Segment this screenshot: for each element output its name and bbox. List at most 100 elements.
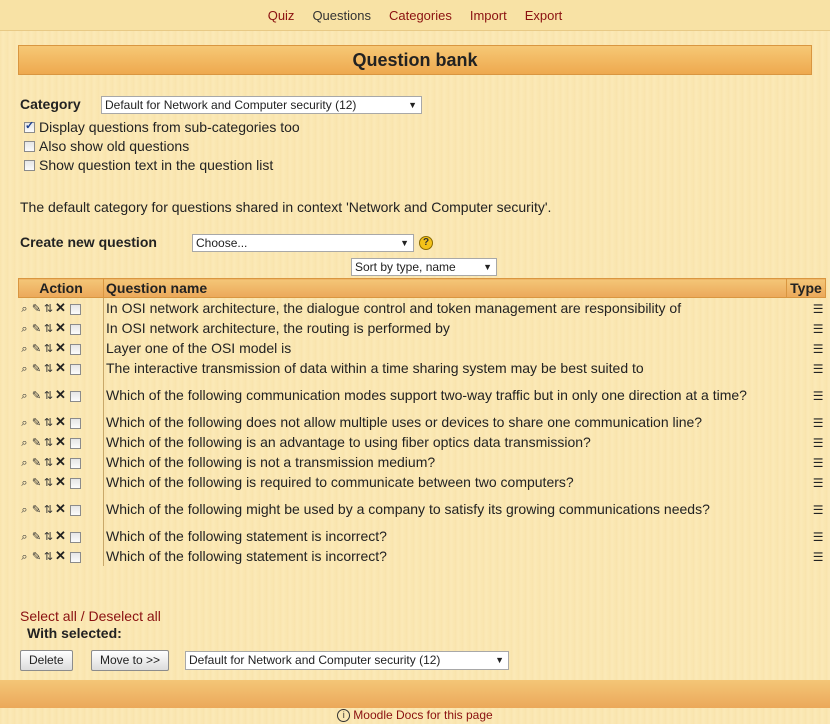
delete-icon[interactable]: ✕ bbox=[55, 340, 67, 356]
multichoice-icon: ☰ bbox=[812, 389, 824, 403]
question-name-column-header[interactable]: Question name bbox=[103, 278, 787, 298]
old-questions-option[interactable]: Also show old questions bbox=[24, 138, 189, 154]
row-checkbox[interactable] bbox=[69, 457, 81, 469]
move-icon[interactable]: ⇅ bbox=[43, 530, 55, 543]
delete-icon[interactable]: ✕ bbox=[55, 528, 67, 544]
nav-import[interactable]: Import bbox=[461, 8, 516, 23]
nav-categories[interactable]: Categories bbox=[380, 8, 461, 23]
move-icon[interactable]: ⇅ bbox=[43, 389, 55, 402]
delete-icon[interactable]: ✕ bbox=[55, 414, 67, 430]
row-actions: ⌕ ✎ ⇅ ✕ bbox=[19, 492, 104, 526]
row-checkbox[interactable] bbox=[69, 390, 81, 402]
delete-icon[interactable]: ✕ bbox=[55, 387, 67, 403]
nav-questions[interactable]: Questions bbox=[303, 8, 380, 23]
row-checkbox[interactable] bbox=[69, 417, 81, 429]
move-icon[interactable]: ⇅ bbox=[43, 342, 55, 355]
preview-icon[interactable]: ⌕ bbox=[19, 504, 31, 517]
chevron-down-icon: ▼ bbox=[483, 262, 492, 272]
nav-export[interactable]: Export bbox=[516, 8, 572, 23]
delete-icon[interactable]: ✕ bbox=[55, 454, 67, 470]
subcategories-label: Display questions from sub-categories to… bbox=[39, 119, 300, 135]
question-name: Which of the following is an advantage t… bbox=[103, 432, 787, 452]
row-actions: ⌕ ✎ ⇅ ✕ bbox=[19, 526, 104, 546]
question-type-cell: ☰ bbox=[787, 526, 826, 546]
row-checkbox[interactable] bbox=[69, 363, 81, 375]
edit-icon[interactable]: ✎ bbox=[31, 476, 43, 489]
delete-icon[interactable]: ✕ bbox=[55, 434, 67, 450]
select-all-link[interactable]: Select all bbox=[20, 608, 77, 624]
create-question-select[interactable]: Choose... ▼ bbox=[192, 234, 414, 252]
move-icon[interactable]: ⇅ bbox=[43, 476, 55, 489]
edit-icon[interactable]: ✎ bbox=[31, 389, 43, 402]
row-checkbox[interactable] bbox=[69, 343, 81, 355]
move-target-select[interactable]: Default for Network and Computer securit… bbox=[185, 651, 509, 670]
delete-icon[interactable]: ✕ bbox=[55, 501, 67, 517]
row-actions: ⌕ ✎ ⇅ ✕ bbox=[19, 432, 104, 452]
moodle-docs-link[interactable]: i Moodle Docs for this page bbox=[0, 708, 830, 723]
preview-icon[interactable]: ⌕ bbox=[19, 417, 31, 430]
edit-icon[interactable]: ✎ bbox=[31, 550, 43, 563]
preview-icon[interactable]: ⌕ bbox=[19, 343, 31, 356]
question-type-cell: ☰ bbox=[787, 546, 826, 566]
edit-icon[interactable]: ✎ bbox=[31, 362, 43, 375]
deselect-all-link[interactable]: Deselect all bbox=[88, 608, 160, 624]
question-name: Which of the following is not a transmis… bbox=[103, 452, 787, 472]
edit-icon[interactable]: ✎ bbox=[31, 530, 43, 543]
move-to-button[interactable]: Move to >> bbox=[91, 650, 170, 671]
edit-icon[interactable]: ✎ bbox=[31, 503, 43, 516]
nav-quiz[interactable]: Quiz bbox=[259, 8, 304, 23]
preview-icon[interactable]: ⌕ bbox=[19, 457, 31, 470]
question-name: Which of the following statement is inco… bbox=[103, 546, 787, 566]
preview-icon[interactable]: ⌕ bbox=[19, 323, 31, 336]
preview-icon[interactable]: ⌕ bbox=[19, 303, 31, 316]
preview-icon[interactable]: ⌕ bbox=[19, 390, 31, 403]
preview-icon[interactable]: ⌕ bbox=[19, 363, 31, 376]
delete-icon[interactable]: ✕ bbox=[55, 360, 67, 376]
subcategories-checkbox[interactable] bbox=[24, 119, 35, 133]
delete-icon[interactable]: ✕ bbox=[55, 548, 67, 564]
question-text-option[interactable]: Show question text in the question list bbox=[24, 157, 273, 173]
question-text-checkbox[interactable] bbox=[24, 159, 35, 171]
edit-icon[interactable]: ✎ bbox=[31, 456, 43, 469]
old-questions-checkbox[interactable] bbox=[24, 140, 35, 152]
move-icon[interactable]: ⇅ bbox=[43, 302, 55, 315]
preview-icon[interactable]: ⌕ bbox=[19, 551, 31, 564]
move-icon[interactable]: ⇅ bbox=[43, 456, 55, 469]
edit-icon[interactable]: ✎ bbox=[31, 342, 43, 355]
row-checkbox[interactable] bbox=[69, 323, 81, 335]
delete-icon[interactable]: ✕ bbox=[55, 300, 67, 316]
move-icon[interactable]: ⇅ bbox=[43, 550, 55, 563]
with-selected-label: With selected: bbox=[27, 625, 122, 641]
row-checkbox[interactable] bbox=[69, 437, 81, 449]
preview-icon[interactable]: ⌕ bbox=[19, 477, 31, 490]
move-icon[interactable]: ⇅ bbox=[43, 362, 55, 375]
delete-icon[interactable]: ✕ bbox=[55, 474, 67, 490]
preview-icon[interactable]: ⌕ bbox=[19, 531, 31, 544]
type-column-header[interactable]: Type bbox=[786, 278, 826, 298]
subcategories-option[interactable]: Display questions from sub-categories to… bbox=[24, 119, 300, 135]
move-icon[interactable]: ⇅ bbox=[43, 503, 55, 516]
edit-icon[interactable]: ✎ bbox=[31, 302, 43, 315]
move-icon[interactable]: ⇅ bbox=[43, 416, 55, 429]
move-icon[interactable]: ⇅ bbox=[43, 322, 55, 335]
delete-icon[interactable]: ✕ bbox=[55, 320, 67, 336]
row-checkbox[interactable] bbox=[69, 303, 81, 315]
edit-icon[interactable]: ✎ bbox=[31, 416, 43, 429]
delete-button[interactable]: Delete bbox=[20, 650, 73, 671]
preview-icon[interactable]: ⌕ bbox=[19, 437, 31, 450]
row-checkbox[interactable] bbox=[69, 504, 81, 516]
table-header-row: Action Question name Type bbox=[18, 278, 826, 298]
row-checkbox[interactable] bbox=[69, 531, 81, 543]
info-icon: i bbox=[337, 709, 351, 723]
edit-icon[interactable]: ✎ bbox=[31, 322, 43, 335]
help-icon[interactable]: ? bbox=[419, 236, 433, 250]
row-checkbox[interactable] bbox=[69, 551, 81, 563]
edit-icon[interactable]: ✎ bbox=[31, 436, 43, 449]
move-icon[interactable]: ⇅ bbox=[43, 436, 55, 449]
category-label: Category bbox=[20, 96, 81, 112]
action-column-header[interactable]: Action bbox=[18, 278, 104, 298]
row-checkbox[interactable] bbox=[69, 477, 81, 489]
moodle-docs-label[interactable]: Moodle Docs for this page bbox=[353, 708, 492, 722]
sort-select[interactable]: Sort by type, name ▼ bbox=[351, 258, 497, 276]
category-select[interactable]: Default for Network and Computer securit… bbox=[101, 96, 422, 114]
